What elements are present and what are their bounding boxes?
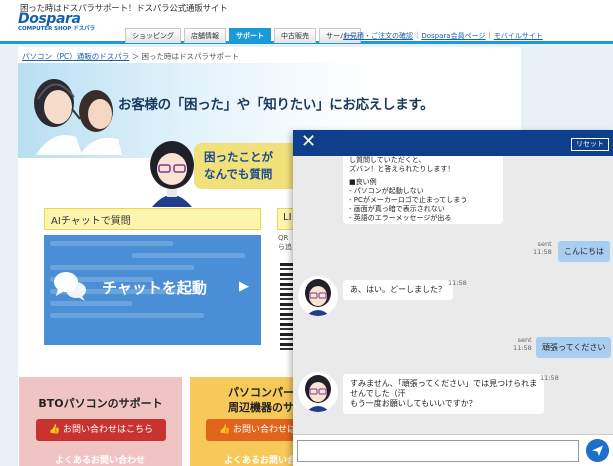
sent-label: sent bbox=[517, 336, 532, 344]
start-chat-button[interactable]: チャットを起動 ▶ bbox=[44, 235, 261, 345]
chat-bubbles-icon bbox=[54, 272, 86, 301]
intro-line: - パソコンが起動しない bbox=[349, 187, 424, 195]
breadcrumb-separator: ＞ bbox=[131, 52, 140, 61]
sent-label: sent bbox=[537, 240, 552, 248]
bto-contact-label: お問い合わせはこちら bbox=[63, 425, 154, 435]
user-message: こんにちは bbox=[558, 241, 610, 262]
chat-message-input[interactable] bbox=[297, 440, 579, 462]
ai-chat-heading: AIチャットで質問 bbox=[44, 208, 261, 230]
peripheral-contact-button[interactable]: 👍 お問い合わせはこちら bbox=[206, 419, 300, 441]
bot-message: あ、はい。どーしました？ bbox=[343, 280, 453, 300]
dospara-logo[interactable]: Dospara COMPUTER SHOP ドスパラ bbox=[18, 12, 102, 33]
start-chat-label: チャットを起動 bbox=[102, 279, 207, 297]
tab-support[interactable]: サポート bbox=[229, 28, 271, 43]
link-mobile-site[interactable]: モバイルサイト bbox=[494, 31, 543, 41]
chat-message-list[interactable]: し質問していただくと、 ズバン！と答えられたりします！ ■良い例 - パソコンが… bbox=[293, 156, 613, 434]
bot-message-line: もう一度お願いしてもいいですか？ bbox=[350, 399, 477, 408]
ai-chat-window: ✕ リセット し質問していただくと、 ズバン！と答えられたりします！ ■良い例 … bbox=[293, 130, 613, 466]
peripheral-title-line-1: パソコンパー bbox=[228, 386, 294, 399]
tab-used-sales[interactable]: 中古販売 bbox=[274, 28, 316, 43]
breadcrumb-current: 困った時はドスパラサポート bbox=[141, 52, 240, 61]
tab-shopping[interactable]: ショッピング bbox=[125, 28, 181, 43]
bto-support-card: BTOパソコンのサポート 👍 お問い合わせはこちら よくあるお問い合わせ bbox=[19, 377, 182, 466]
tab-store-info[interactable]: 店舗情報 bbox=[184, 28, 226, 43]
play-arrow-icon: ▶ bbox=[239, 279, 249, 294]
close-icon[interactable]: ✕ bbox=[301, 132, 319, 152]
qr-instructions: QR ら追 bbox=[278, 234, 292, 252]
mascot-character-image bbox=[150, 141, 194, 207]
bot-intro-message: し質問していただくと、 ズバン！と答えられたりします！ ■良い例 - パソコンが… bbox=[343, 156, 503, 224]
logo-wordmark: Dospara bbox=[18, 11, 81, 27]
link-member-page[interactable]: Dospara会員ページ bbox=[421, 31, 485, 41]
message-status: sent 11:58 bbox=[533, 240, 552, 256]
message-time: 11:58 bbox=[540, 374, 559, 382]
peripheral-title-line-2: 周辺機器のサポ bbox=[228, 401, 300, 414]
intro-line: ズバン！と答えられたりします！ bbox=[349, 165, 455, 173]
chat-input-bar bbox=[293, 434, 613, 466]
peripheral-support-card: パソコンパー 周辺機器のサポ 👍 お問い合わせはこちら よくあるお問い合わせ bbox=[190, 377, 300, 466]
thumbs-up-icon: 👍 bbox=[48, 425, 64, 435]
intro-line: - 画面が真っ暗で表示されない bbox=[349, 205, 445, 213]
qr-text-line-2: ら追 bbox=[278, 243, 292, 251]
intro-line: ■良い例 bbox=[349, 178, 377, 186]
bot-message: すみません、「頑張ってください」では見つけられま せんでした（汗 もう一度お願い… bbox=[343, 374, 545, 414]
breadcrumb-home-link[interactable]: パソコン（PC）通販のドスパラ bbox=[22, 52, 129, 61]
message-status: sent 11:58 bbox=[513, 336, 532, 352]
user-message: 頑張ってください bbox=[536, 337, 612, 358]
message-time: 11:58 bbox=[448, 279, 467, 287]
thumbs-up-icon: 👍 bbox=[218, 425, 234, 435]
intro-line: し質問していただくと、 bbox=[349, 156, 426, 164]
bto-contact-button[interactable]: 👍 お問い合わせはこちら bbox=[36, 419, 166, 441]
bot-message-line: せんでした（汗 bbox=[350, 389, 406, 398]
qr-text-line-1: QR bbox=[278, 234, 289, 242]
peripheral-faq-link[interactable]: よくあるお問い合わせ bbox=[224, 453, 300, 466]
link-divider: | bbox=[488, 31, 491, 39]
message-time: 11:58 bbox=[533, 248, 552, 256]
logo-subtitle: COMPUTER SHOP ドスパラ bbox=[18, 26, 96, 32]
link-divider: | bbox=[416, 31, 419, 39]
main-nav-tabs: ショッピング 店舗情報 サポート 中古販売 サーバー bbox=[125, 28, 361, 43]
chat-header: ✕ リセット bbox=[293, 130, 613, 156]
hero-title: お客様の「困った」や「知りたい」にお応えします。 bbox=[118, 97, 434, 113]
link-order-check[interactable]: お見積・ご注文の確認 bbox=[343, 31, 413, 41]
bto-support-title: BTOパソコンのサポート bbox=[38, 397, 163, 410]
message-time: 11:58 bbox=[513, 344, 532, 352]
header-links: お見積・ご注文の確認 | Dospara会員ページ | モバイルサイト bbox=[343, 31, 543, 41]
intro-line: - PCがメーカーロゴで止まってしまう bbox=[349, 196, 468, 204]
bot-avatar bbox=[298, 276, 338, 316]
bot-message-line: あ、はい。どーしました？ bbox=[350, 285, 446, 294]
peripheral-support-title: パソコンパー 周辺機器のサポ bbox=[228, 385, 300, 415]
breadcrumb: パソコン（PC）通販のドスパラ ＞ 困った時はドスパラサポート bbox=[22, 51, 239, 62]
peripheral-contact-label: お問い合わせはこちら bbox=[233, 425, 300, 435]
bto-faq-link[interactable]: よくあるお問い合わせ bbox=[55, 453, 145, 466]
bot-avatar bbox=[298, 372, 338, 412]
bot-message-line: すみません、「頑張ってください」では見つけられま bbox=[350, 379, 538, 388]
support-staff-image bbox=[34, 79, 122, 155]
send-icon[interactable] bbox=[586, 439, 609, 462]
reset-button[interactable]: リセット bbox=[571, 138, 609, 151]
site-header: 困った時はドスパラサポート！ドスパラ公式通販サイト Dospara COMPUT… bbox=[0, 0, 613, 44]
intro-line: - 英語のエラーメッセージが出る bbox=[349, 214, 452, 222]
